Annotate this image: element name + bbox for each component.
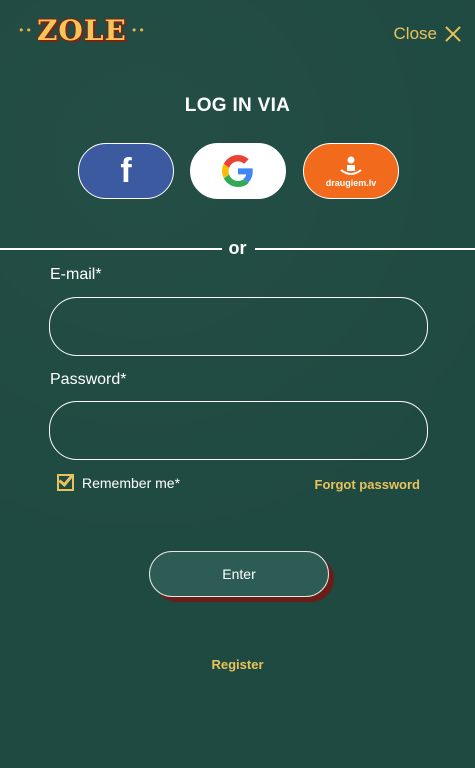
enter-button[interactable]: Enter (149, 551, 329, 597)
close-label: Close (393, 24, 437, 43)
facebook-icon: f (120, 152, 132, 190)
checkbox-icon (57, 471, 74, 491)
logo-dots-left: •• (18, 24, 33, 37)
draugiem-login-button[interactable]: draugiem.lv (303, 143, 399, 199)
login-screen: •• ZOLE •• Close LOG IN VIA f draugiem.l… (0, 0, 475, 768)
logo-dots-right: •• (130, 24, 146, 37)
zole-logo: •• ZOLE •• (18, 14, 146, 47)
enter-button-wrap: Enter (149, 551, 334, 602)
close-icon (445, 26, 461, 42)
password-field[interactable] (49, 401, 428, 460)
google-icon (222, 155, 253, 187)
divider-right (255, 248, 475, 250)
password-label: Password* (50, 371, 127, 388)
close-button[interactable]: Close (394, 24, 461, 44)
draugiem-label: draugiem.lv (325, 177, 377, 188)
draugiem-icon (340, 156, 362, 175)
login-heading: LOG IN VIA (184, 95, 291, 116)
email-label: E-mail* (50, 266, 102, 283)
remember-me-checkbox[interactable]: Remember me* (57, 471, 181, 491)
register-link[interactable]: Register (0, 657, 475, 672)
google-login-button[interactable] (190, 143, 286, 199)
facebook-login-button[interactable]: f (78, 143, 174, 199)
logo-text: ZOLE (36, 14, 127, 47)
forgot-password-link[interactable]: Forgot password (315, 477, 420, 492)
email-field[interactable] (49, 297, 428, 356)
remember-me-label: Remember me* (82, 474, 181, 491)
checkmark-icon (58, 471, 74, 487)
